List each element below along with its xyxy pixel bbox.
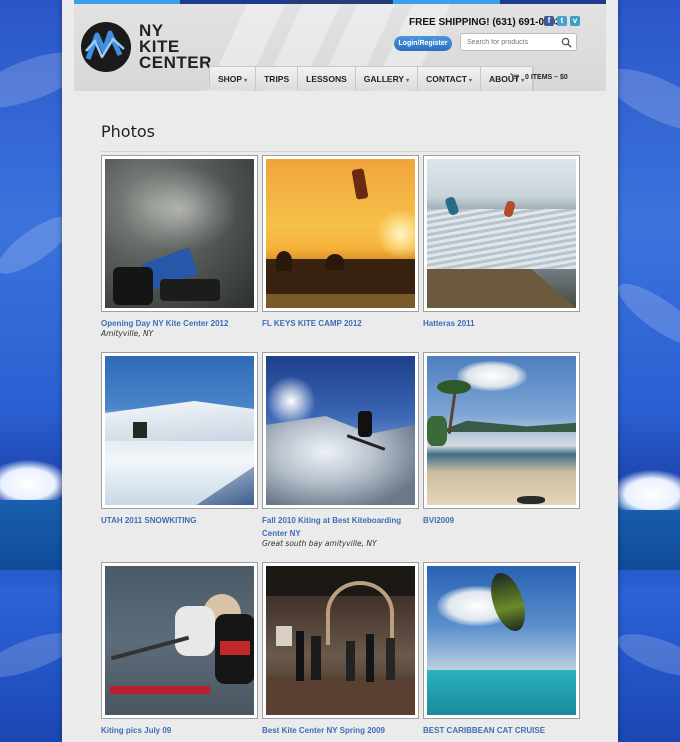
gallery-caption[interactable]: UTAH 2011 SNOWKITING <box>101 514 261 527</box>
chevron-down-icon: ▾ <box>406 78 410 84</box>
nav-label: TRIPS <box>264 74 290 84</box>
logo-line-center: CENTER <box>139 53 212 72</box>
gallery-thumbnail[interactable] <box>423 562 580 719</box>
cart-icon <box>510 73 519 81</box>
nav-item-trips[interactable]: TRIPS <box>256 67 299 91</box>
chevron-down-icon: ▾ <box>244 78 248 84</box>
gallery-thumbnail[interactable] <box>423 155 580 312</box>
chevron-down-icon: ▾ <box>469 78 473 84</box>
gallery-location: Great south bay amityville, NY <box>262 539 377 548</box>
login-register-button[interactable]: Login/Register <box>394 36 452 51</box>
gallery-caption[interactable]: FL KEYS KITE CAMP 2012 <box>262 317 422 330</box>
gallery-caption[interactable]: Hatteras 2011 <box>423 317 583 330</box>
gallery-thumbnail[interactable] <box>101 562 258 719</box>
gallery-caption[interactable]: Kiting pics July 09 <box>101 724 261 737</box>
twitter-icon[interactable]: t <box>557 16 567 26</box>
title-divider <box>101 151 580 152</box>
search-icon[interactable] <box>561 37 572 48</box>
search-input[interactable] <box>467 36 559 48</box>
gallery-caption[interactable]: BVI2009 <box>423 514 583 527</box>
gallery-thumbnail[interactable] <box>101 155 258 312</box>
facebook-icon[interactable]: f <box>544 16 554 26</box>
vimeo-icon[interactable]: v <box>570 16 580 26</box>
nav-item-shop[interactable]: SHOP ▾ <box>210 67 257 91</box>
gallery-thumbnail[interactable] <box>262 562 419 719</box>
gallery-thumbnail[interactable] <box>262 155 419 312</box>
gallery-caption[interactable]: Best Kite Center NY Spring 2009 <box>262 724 422 737</box>
nav-label: LESSONS <box>306 74 347 84</box>
gallery-caption[interactable]: BEST CARIBBEAN CAT CRUISE <box>423 724 583 737</box>
nav-item-gallery[interactable]: GALLERY ▾ <box>356 67 419 91</box>
cart-link[interactable]: 0 ITEMS – $0 <box>510 73 568 81</box>
nav-label: GALLERY <box>363 74 405 84</box>
gallery-caption[interactable]: Fall 2010 Kiting at Best Kiteboarding Ce… <box>262 514 422 540</box>
logo-text[interactable]: NY KITE CENTER <box>139 22 212 72</box>
gallery-thumbnail[interactable] <box>101 352 258 509</box>
nav-label: SHOP <box>218 74 243 84</box>
main-nav: SHOP ▾ TRIPS LESSONS GALLERY ▾ CONTACT ▾ AB… <box>209 66 535 91</box>
page-title: Photos <box>101 122 155 141</box>
nav-item-contact[interactable]: CONTACT ▾ <box>418 67 482 91</box>
nav-item-lessons[interactable]: LESSONS <box>298 67 356 91</box>
gallery-location: Amityville, NY <box>101 329 154 338</box>
cart-label: 0 ITEMS – $0 <box>525 73 568 81</box>
nav-label: CONTACT <box>426 74 467 84</box>
logo-icon[interactable] <box>80 21 132 73</box>
search-box <box>460 33 577 51</box>
free-shipping-phone: FREE SHIPPING! (631) 691-0793 <box>409 17 561 28</box>
gallery-thumbnail[interactable] <box>423 352 580 509</box>
gallery-thumbnail[interactable] <box>262 352 419 509</box>
